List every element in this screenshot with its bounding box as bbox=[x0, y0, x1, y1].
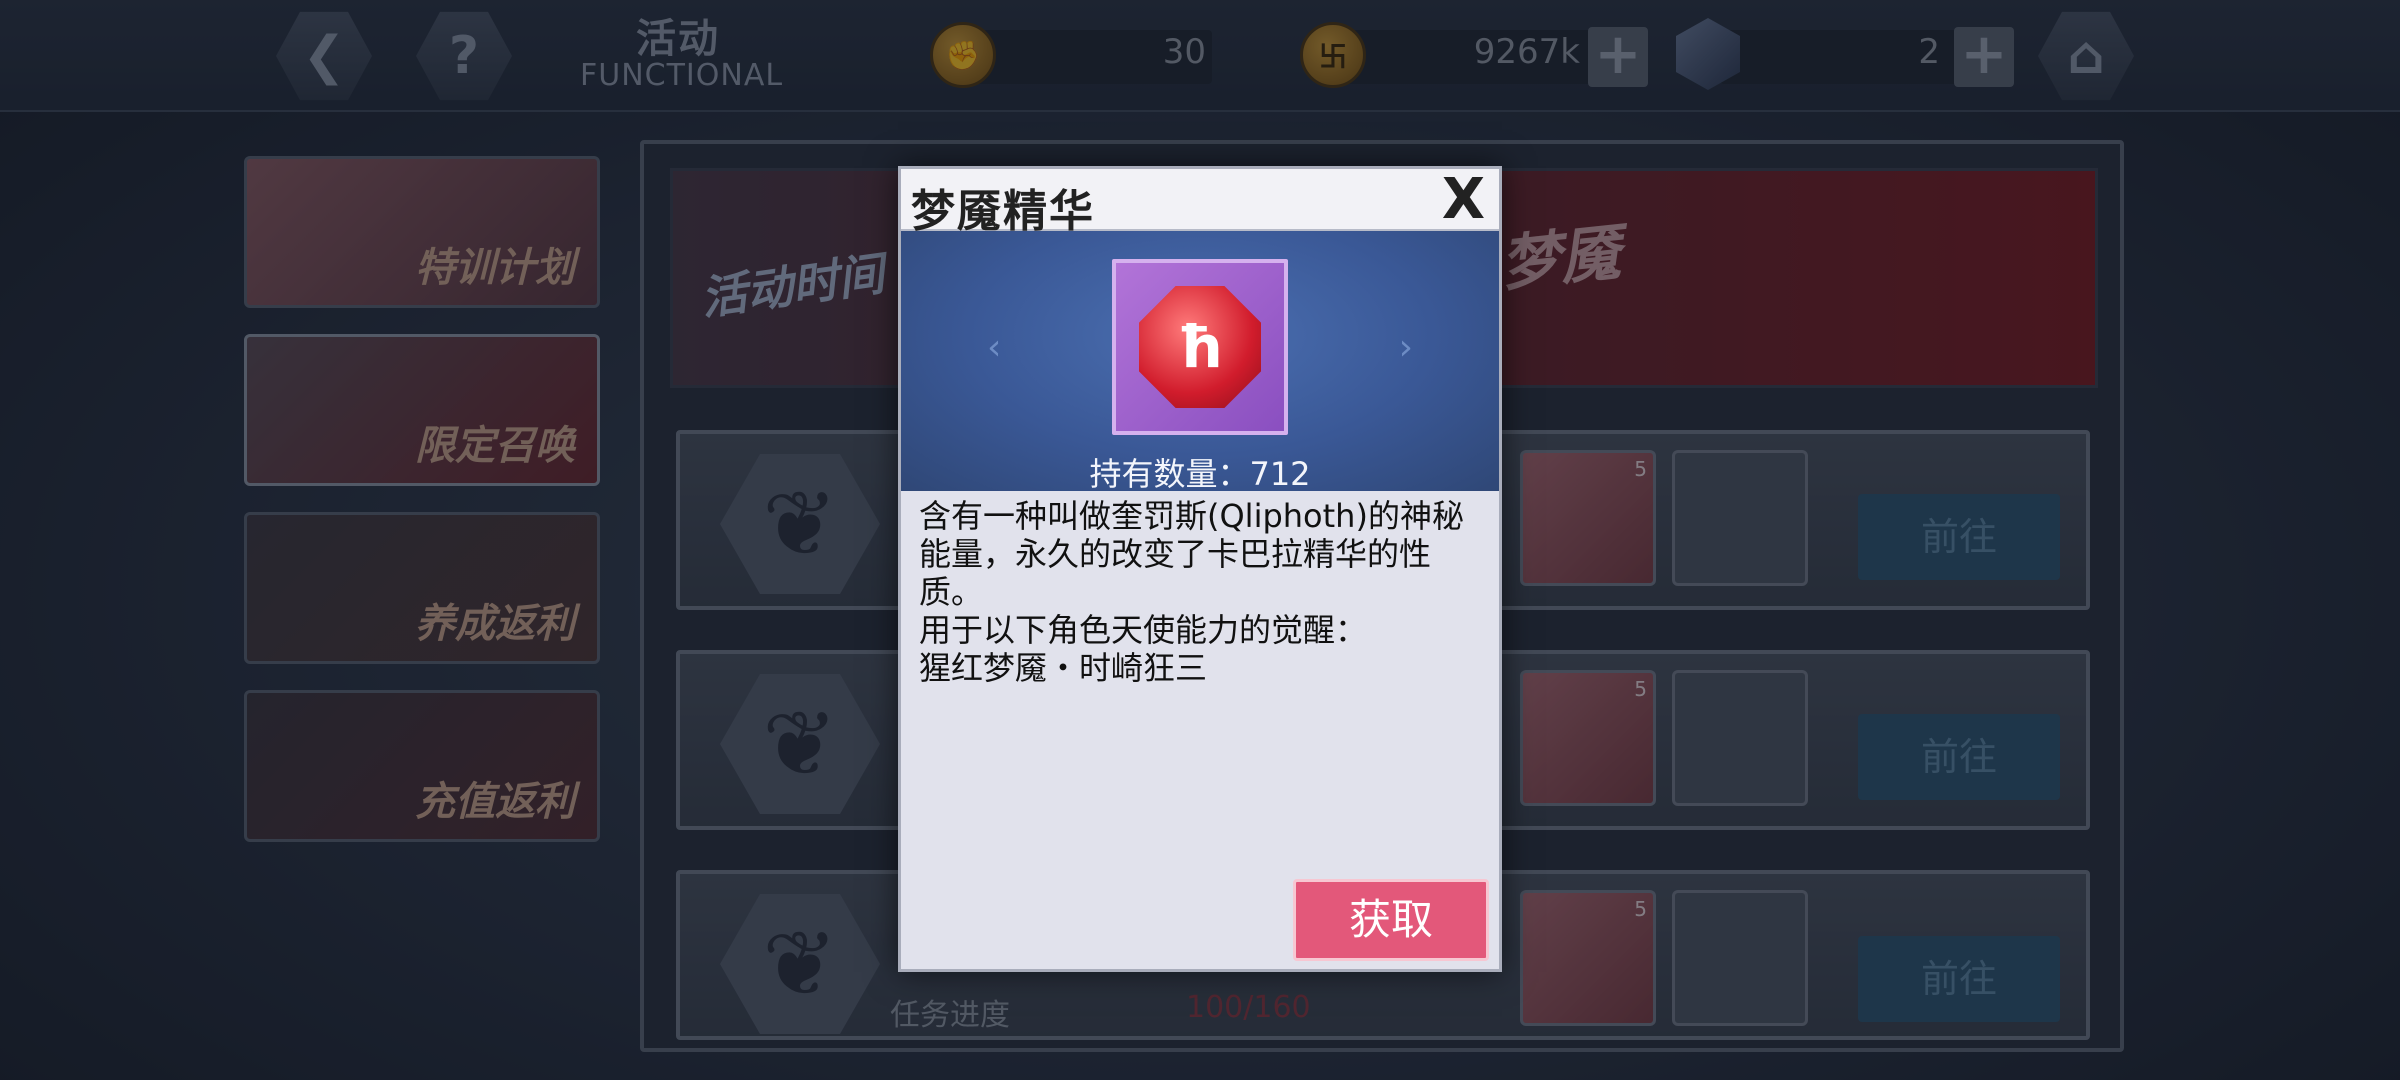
desc-line: 用于以下角色天使能力的觉醒： bbox=[919, 611, 1368, 649]
item-detail-dialog: 梦魇精华 X ‹ ħ › 持有数量：712 含有一种叫做奎罚斯(Qliphoth… bbox=[898, 166, 1502, 972]
desc-line: 含有一种叫做奎罚斯(Qliphoth)的神秘 bbox=[919, 497, 1464, 535]
chevron-right-icon: › bbox=[1398, 327, 1413, 368]
holding-count: 持有数量：712 bbox=[1089, 455, 1311, 493]
desc-line: 能量，永久的改变了卡巴拉精华的性 bbox=[919, 535, 1432, 573]
item-frame: ħ bbox=[1112, 259, 1288, 435]
desc-line: 质。 bbox=[919, 573, 984, 611]
chevron-left-icon: ‹ bbox=[987, 327, 1002, 368]
item-description: 含有一种叫做奎罚斯(Qliphoth)的神秘 能量，永久的改变了卡巴拉精华的性 … bbox=[919, 497, 1487, 687]
dialog-header: 梦魇精华 X bbox=[901, 169, 1499, 237]
close-button[interactable]: X bbox=[1442, 171, 1485, 229]
item-display: ‹ ħ › 持有数量：712 bbox=[901, 231, 1499, 493]
obtain-button[interactable]: 获取 bbox=[1293, 879, 1489, 961]
desc-line: 猩红梦魇・时崎狂三 bbox=[919, 649, 1208, 687]
dialog-title: 梦魇精华 bbox=[911, 186, 1095, 237]
nightmare-essence-icon: ħ bbox=[1139, 286, 1261, 408]
